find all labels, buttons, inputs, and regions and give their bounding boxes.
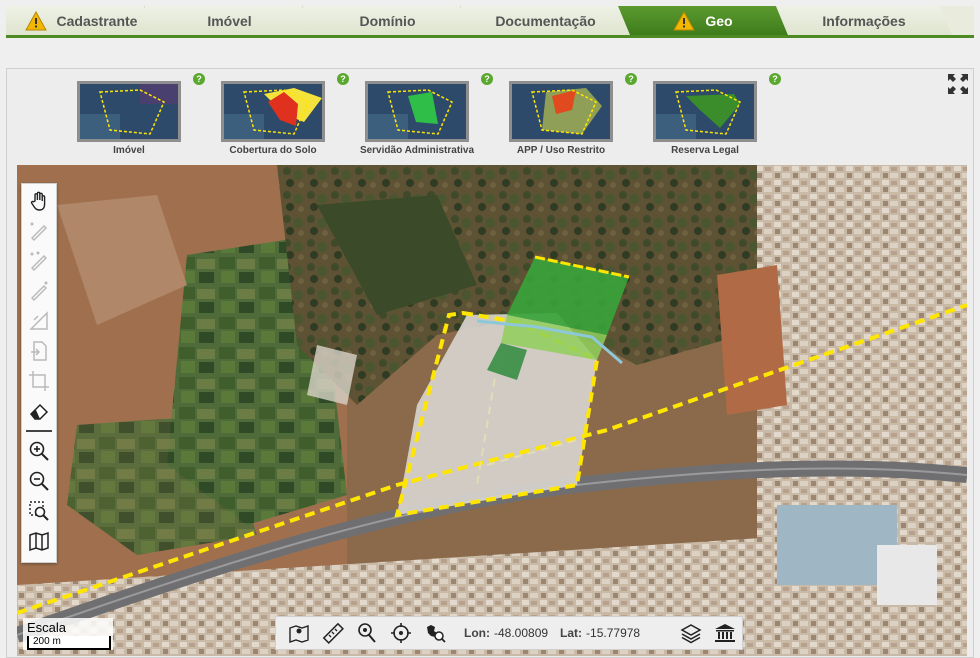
tab-label: Imóvel: [207, 12, 252, 29]
help-icon[interactable]: ?: [769, 73, 781, 85]
pan-button[interactable]: [26, 188, 52, 214]
scale-bar: 200 m: [27, 636, 111, 650]
layer-cobertura-solo[interactable]: Cobertura do Solo: [203, 81, 343, 156]
import-file-button[interactable]: [26, 338, 52, 364]
region-search-icon: [427, 625, 446, 643]
draw-edit-icon: [30, 281, 48, 302]
map-view-button[interactable]: [26, 528, 52, 554]
map-toolbar: [21, 183, 57, 563]
longitude-readout: Lon: -48.00809: [464, 626, 548, 640]
layer-reserva-legal[interactable]: Reserva Legal: [635, 81, 775, 156]
latitude-readout: Lat: -15.77978: [560, 626, 640, 640]
tab-label: Cadastrante: [56, 12, 138, 29]
draw-line-button[interactable]: [26, 218, 52, 244]
tab-documentacao[interactable]: Documentação: [460, 6, 630, 35]
tab-label: Domínio: [359, 12, 416, 29]
geo-panel: Imóvel ? Cobertura do Solo ? Servidão Ad…: [6, 68, 974, 658]
layer-servidao-administrativa[interactable]: Servidão Administrativa: [347, 81, 487, 156]
layer-caption: Imóvel: [113, 145, 145, 156]
eraser-button[interactable]: [26, 398, 52, 424]
institution-icon: [715, 624, 735, 642]
layer-app-uso-restrito[interactable]: APP / Uso Restrito: [491, 81, 631, 156]
pan-hand-icon: [30, 191, 46, 211]
lat-label: Lat:: [560, 626, 583, 640]
draw-polygon-icon: [30, 251, 48, 272]
measure-button[interactable]: [316, 618, 350, 648]
map-icon: [29, 531, 49, 552]
layer-thumbnails: Imóvel ? Cobertura do Solo ? Servidão Ad…: [7, 69, 973, 165]
tab-imovel[interactable]: Imóvel: [144, 6, 314, 35]
zoom-box-icon: [29, 501, 49, 521]
basemap-button[interactable]: [282, 618, 316, 648]
draw-edit-button[interactable]: [26, 278, 52, 304]
lon-value: -48.00809: [494, 626, 549, 640]
tab-informacoes[interactable]: Informações: [776, 6, 952, 35]
layer-caption: Cobertura do Solo: [229, 145, 317, 156]
zoom-out-icon: [29, 471, 49, 491]
layer-thumbnail-image[interactable]: [509, 81, 613, 142]
tab-label: Documentação: [495, 12, 596, 29]
tab-dominio[interactable]: Domínio: [302, 6, 472, 35]
layer-thumbnail-image[interactable]: [365, 81, 469, 142]
toolbar-divider: [26, 430, 52, 432]
region-search-button[interactable]: [418, 618, 452, 648]
layers-button[interactable]: [674, 618, 708, 648]
layer-thumbnail-image[interactable]: [221, 81, 325, 142]
warning-icon: [673, 11, 695, 31]
draw-polygon-button[interactable]: [26, 248, 52, 274]
search-location-button[interactable]: [350, 618, 384, 648]
layer-thumbnail-image[interactable]: [77, 81, 181, 142]
map-scale: Escala 200 m: [23, 618, 113, 650]
tab-label: Geo: [705, 12, 733, 29]
location-search-icon: [358, 623, 376, 643]
scale-label: Escala: [27, 620, 67, 635]
measure-area-icon: [29, 311, 48, 330]
ruler-icon: [322, 622, 344, 644]
institution-button[interactable]: [708, 618, 742, 648]
layer-caption: Reserva Legal: [671, 145, 739, 156]
layer-caption: APP / Uso Restrito: [516, 145, 606, 156]
map-pin-icon: [289, 625, 309, 643]
layer-imovel[interactable]: Imóvel: [59, 81, 199, 156]
satellite-imagery: [17, 165, 967, 656]
tab-cadastrante[interactable]: Cadastrante: [6, 6, 156, 35]
wizard-tabs: Cadastrante Imóvel Domínio Documentação …: [6, 6, 974, 38]
measure-area-button[interactable]: [26, 308, 52, 334]
draw-line-icon: [30, 222, 48, 242]
lat-value: -15.77978: [586, 626, 641, 640]
fullscreen-icon[interactable]: [947, 73, 969, 95]
tab-label: Informações: [822, 12, 906, 29]
zoom-box-button[interactable]: [26, 498, 52, 524]
layers-icon: [680, 624, 702, 644]
crop-icon: [29, 371, 49, 391]
warning-icon: [25, 11, 47, 31]
map-bottom-toolbar: Lon: -48.00809 Lat: -15.77978: [275, 616, 743, 650]
eraser-icon: [29, 403, 49, 420]
crop-button[interactable]: [26, 368, 52, 394]
layer-thumbnail-image[interactable]: [653, 81, 757, 142]
crosshair-icon: [391, 623, 411, 643]
zoom-out-button[interactable]: [26, 468, 52, 494]
import-file-icon: [31, 341, 47, 361]
tab-geo[interactable]: Geo: [618, 6, 788, 35]
locate-button[interactable]: [384, 618, 418, 648]
lon-label: Lon:: [464, 626, 490, 640]
zoom-in-icon: [29, 441, 49, 461]
layer-caption: Servidão Administrativa: [359, 145, 475, 156]
map-canvas[interactable]: Escala 200 m Lon: -48.00809 Lat: -15.77978: [17, 165, 967, 656]
zoom-in-button[interactable]: [26, 438, 52, 464]
